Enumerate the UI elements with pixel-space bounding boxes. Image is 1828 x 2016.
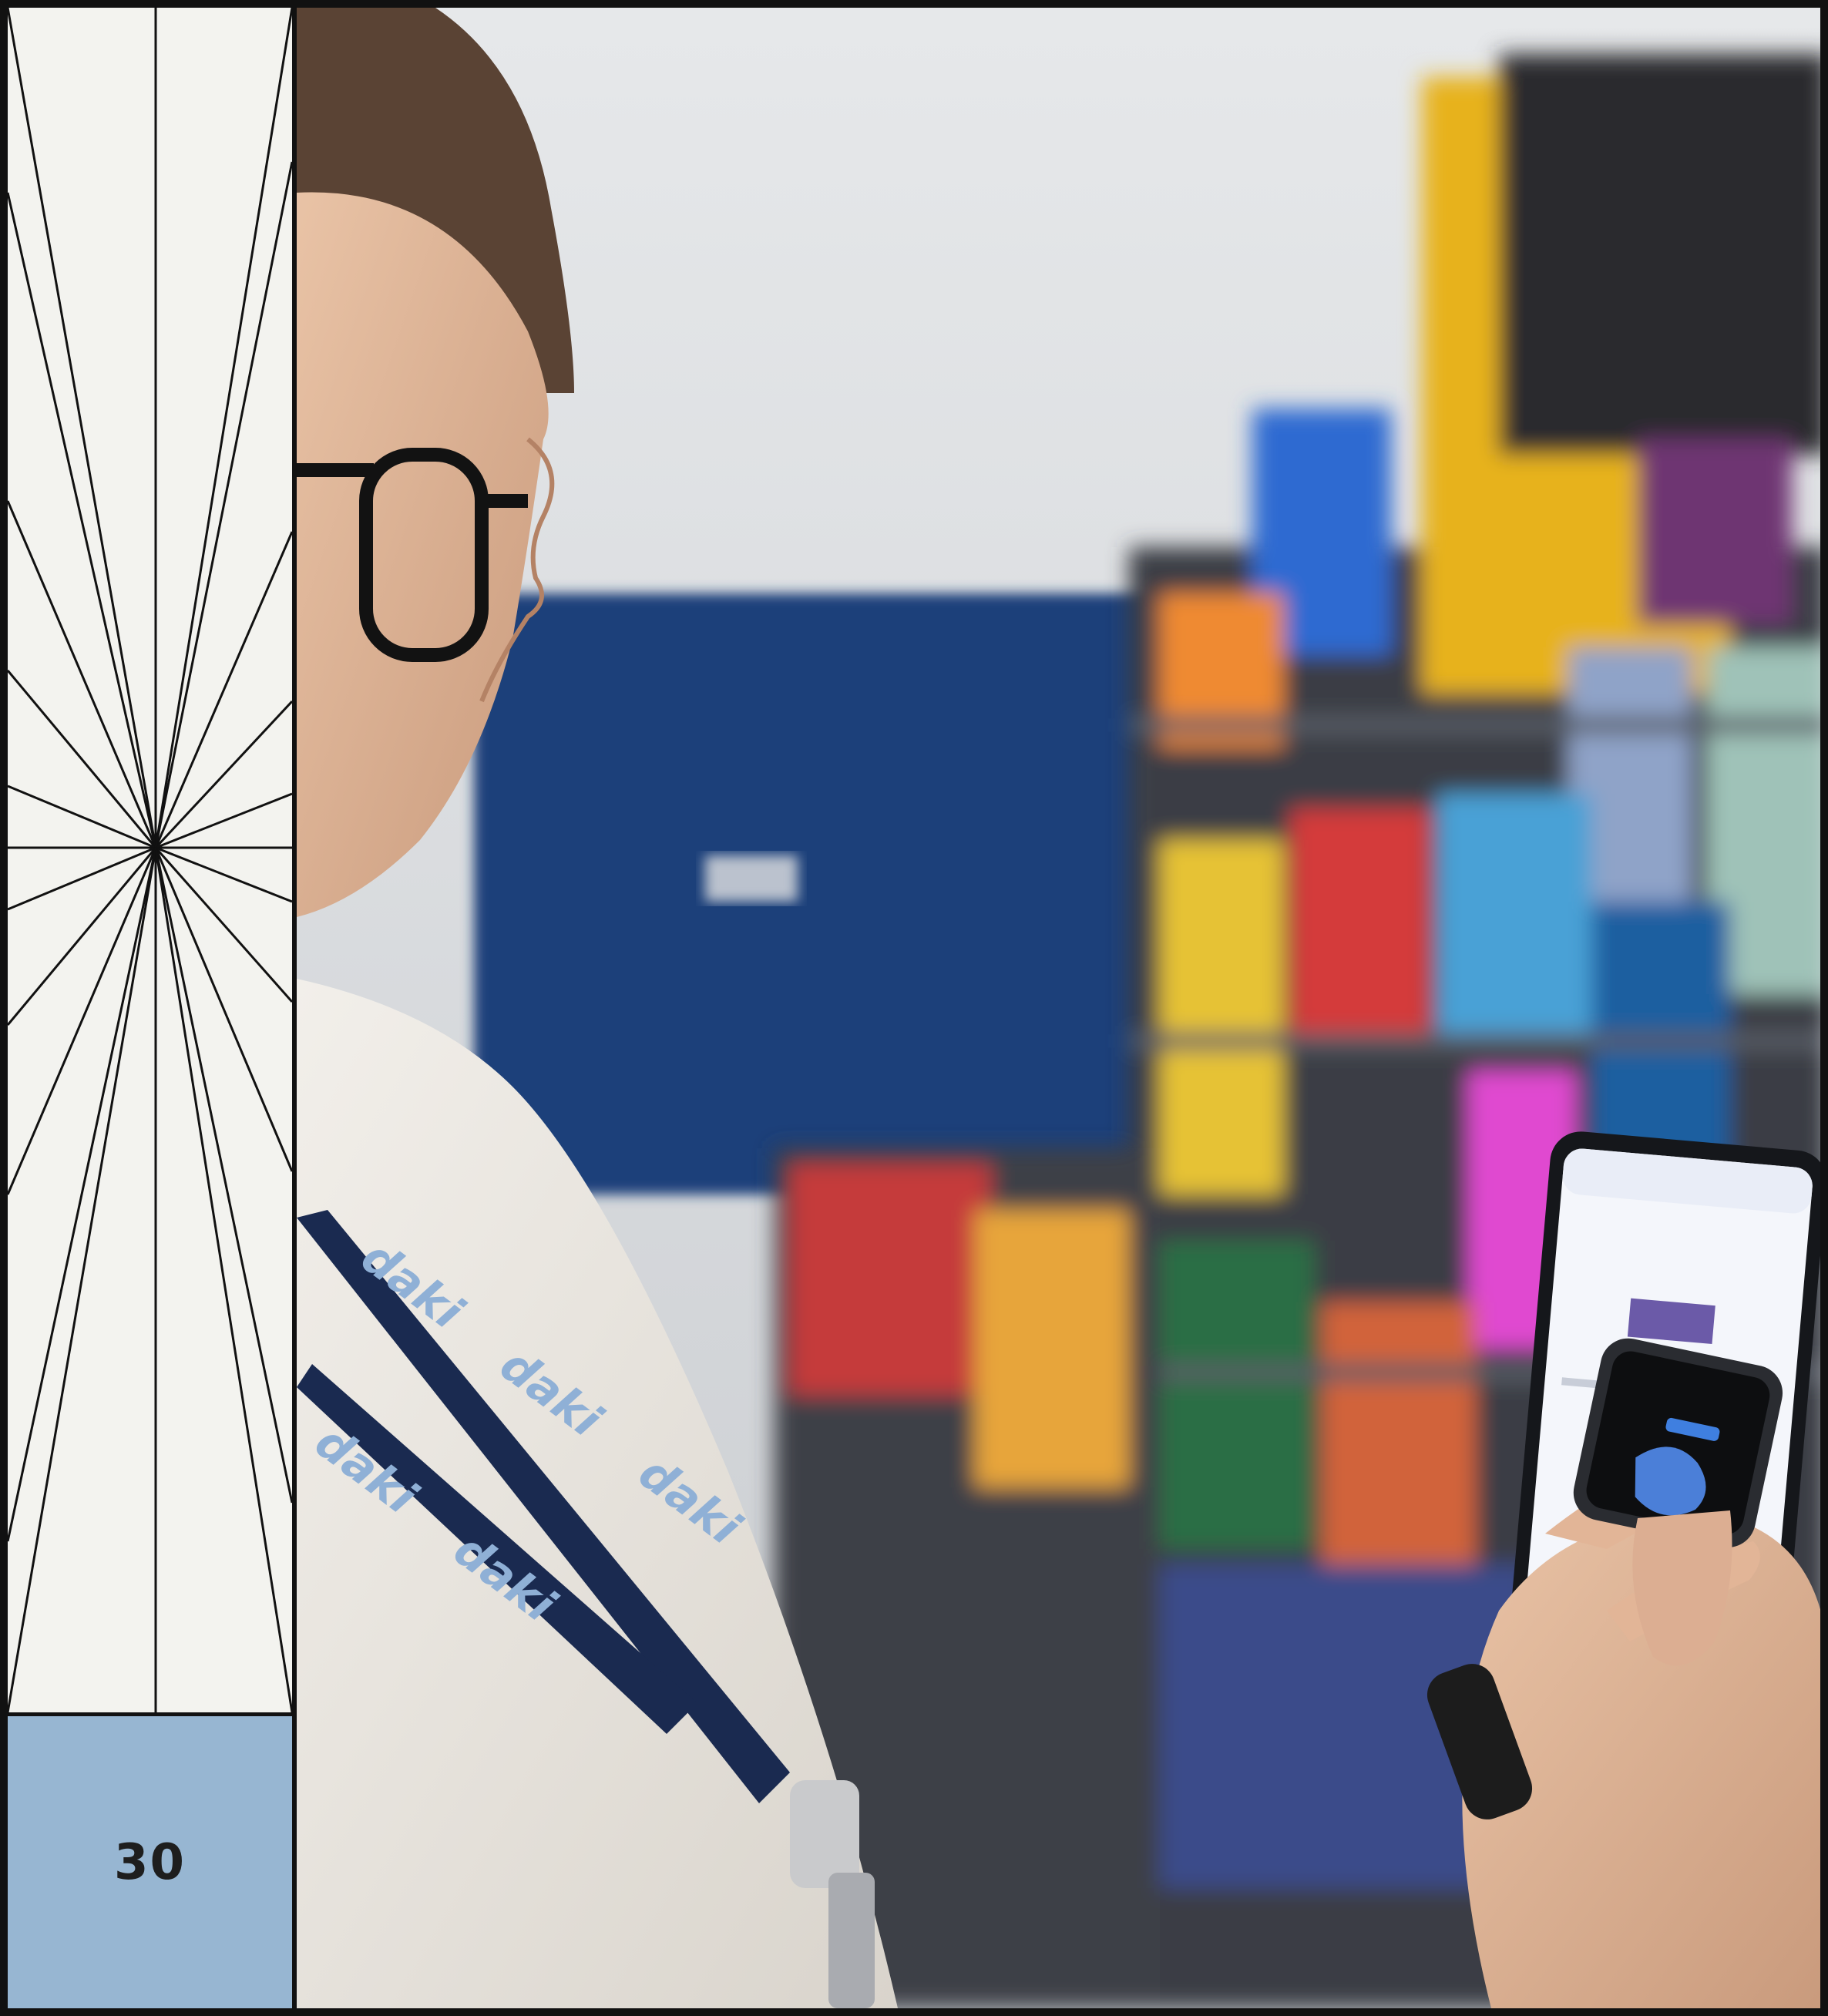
sunburst-graphic xyxy=(8,8,292,1712)
document-page: 30 daki daki daki daki daki xyxy=(0,0,1828,2016)
side-panel: 30 xyxy=(8,8,297,2008)
page-number: 30 xyxy=(113,1833,186,1891)
photo-illustration: daki daki daki daki daki xyxy=(297,8,1820,2008)
page-number-box: 30 xyxy=(8,1712,292,2008)
store-worker-photo: daki daki daki daki daki xyxy=(297,8,1820,2008)
